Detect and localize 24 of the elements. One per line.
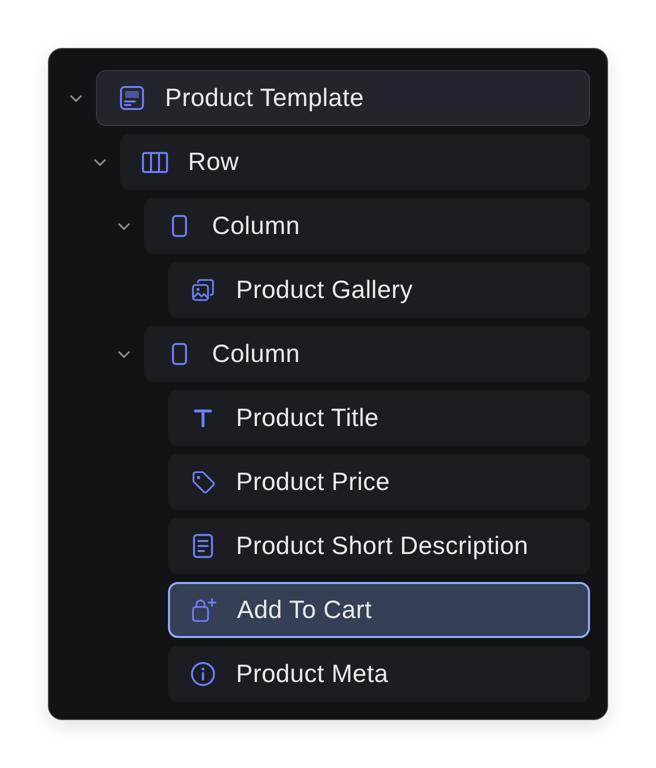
tree-item[interactable]: Add To Cart (168, 582, 590, 638)
tree-item[interactable]: Product Price (168, 454, 590, 510)
chevron-icon[interactable] (94, 158, 106, 166)
tree-item[interactable]: Column (144, 198, 590, 254)
tree-item[interactable]: Product Short Description (168, 518, 590, 574)
tree-item[interactable]: Column (144, 326, 590, 382)
info-icon (191, 662, 215, 686)
chevron-icon[interactable] (118, 350, 130, 358)
chevron-icon[interactable] (70, 94, 82, 102)
chevron-icon[interactable] (118, 222, 130, 230)
tree-item[interactable]: Product Meta (168, 646, 590, 702)
rectangle-icon (172, 343, 186, 365)
columns-icon (142, 152, 168, 172)
rectangle-icon (172, 215, 186, 237)
bag-plus-icon (192, 598, 216, 622)
tree-item[interactable]: Product Gallery (168, 262, 590, 318)
layout-icon (120, 86, 144, 110)
tree-item[interactable]: Product Template (96, 70, 590, 126)
document-icon (193, 534, 213, 558)
images-icon (192, 279, 214, 301)
text-icon (194, 409, 212, 427)
tree-item[interactable]: Product Title (168, 390, 590, 446)
tag-icon (192, 470, 214, 494)
tree-item[interactable]: Row (120, 134, 590, 190)
